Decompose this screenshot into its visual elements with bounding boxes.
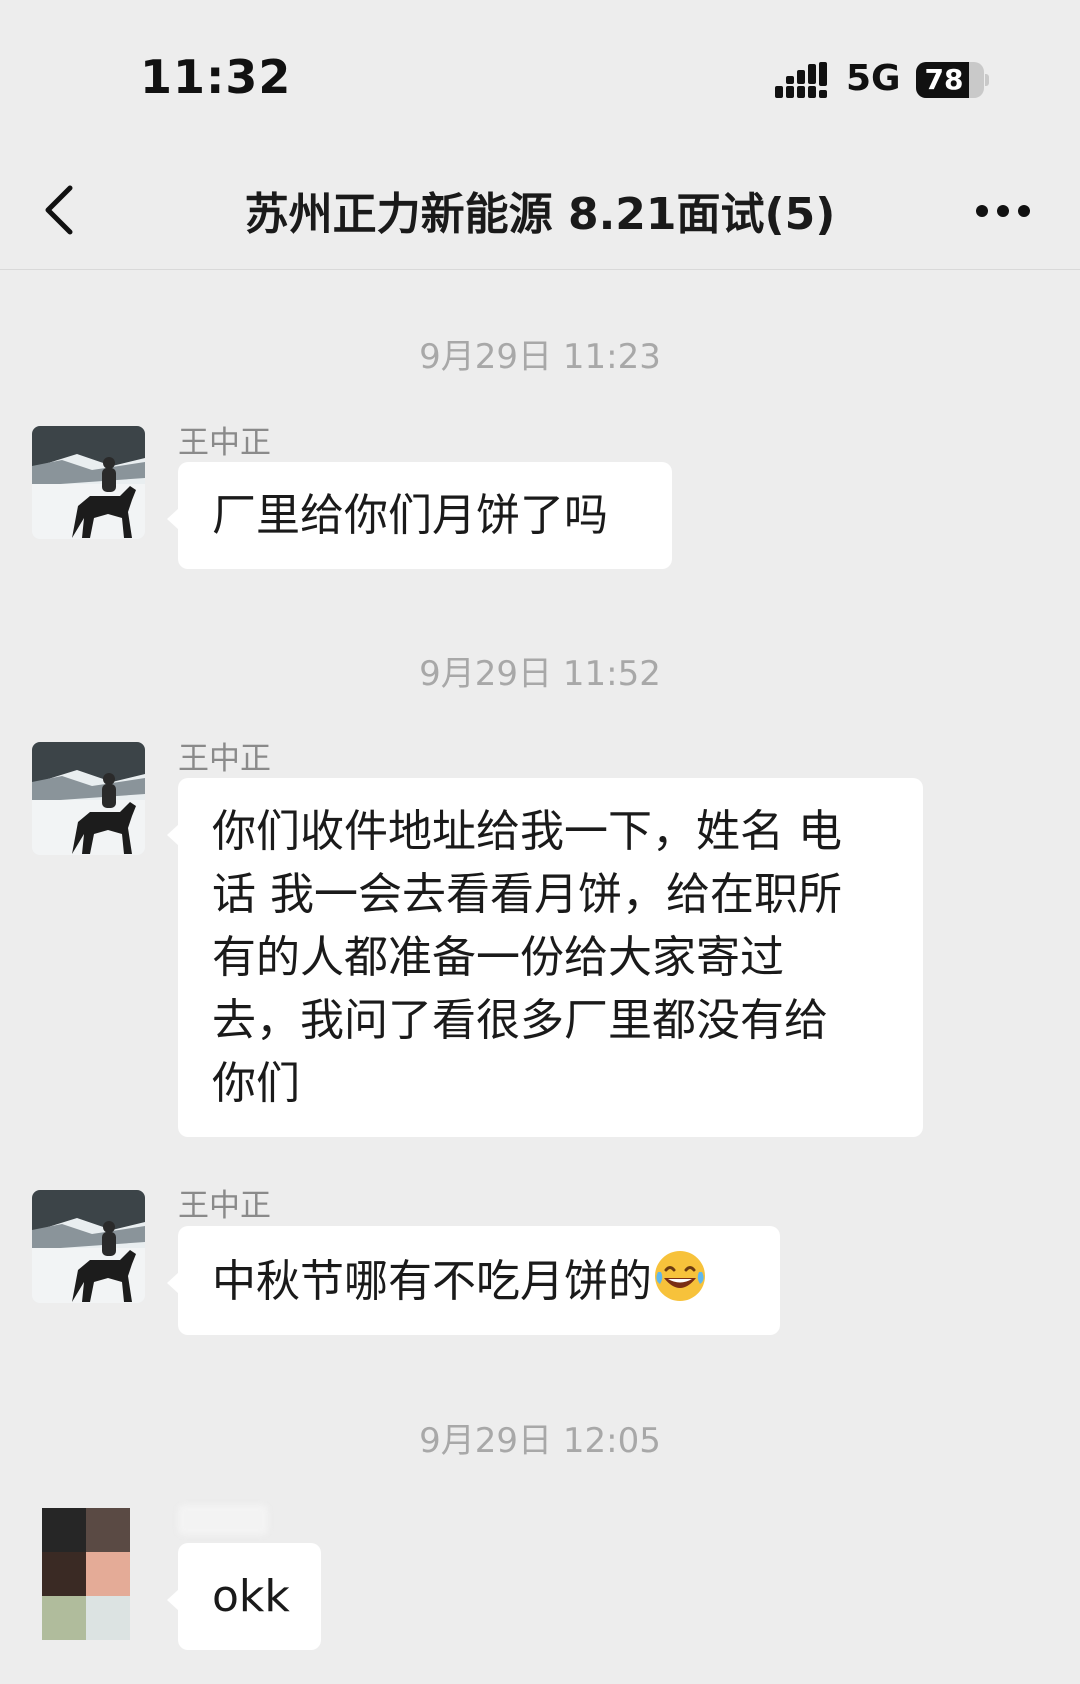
avatar[interactable] [32, 742, 145, 855]
chat-title: 苏州正力新能源 8.21面试(5) [244, 189, 836, 240]
message-timestamp: 9月29日 12:05 [419, 1421, 661, 1461]
message-bubble[interactable]: 中秋节哪有不吃月饼的 [167, 1226, 780, 1335]
chevron-left-icon[interactable] [36, 180, 86, 240]
message-timestamp: 9月29日 11:23 [419, 337, 661, 377]
message-bubble[interactable]: okk [167, 1543, 321, 1650]
avatar[interactable] [32, 1190, 145, 1303]
battery-level: 78 [924, 63, 964, 96]
message-timestamp: 9月29日 11:52 [419, 654, 661, 694]
more-dots-icon[interactable] [972, 186, 1056, 236]
sender-name: 王中正 [178, 741, 271, 777]
sender-name-redacted [178, 1505, 268, 1535]
sender-name: 王中正 [178, 1188, 271, 1224]
message-bubble[interactable]: 你们收件地址给我一下，姓名 电 话 我一会去看看月饼，给在职所 有的人都准备一份… [167, 778, 923, 1137]
battery-icon: 78 [916, 62, 989, 98]
network-type: 5G [846, 58, 901, 99]
signal-icon [775, 62, 827, 98]
laughing-tears-emoji [655, 1251, 705, 1301]
message-text-line: 话 我一会去看看月饼，给在职所 [212, 869, 842, 920]
sender-name: 王中正 [178, 425, 271, 461]
message-text-line: 你们 [212, 1058, 300, 1109]
message-text-line: 去，我问了看很多厂里都没有给 [212, 995, 828, 1046]
avatar[interactable] [32, 426, 145, 539]
avatar[interactable] [42, 1508, 130, 1640]
message-text-line: 你们收件地址给我一下，姓名 电 [212, 806, 842, 857]
message-text: 中秋节哪有不吃月饼的 [212, 1256, 652, 1307]
message-text: okk [212, 1571, 290, 1622]
message-text: 厂里给你们月饼了吗 [212, 490, 608, 541]
message-bubble[interactable]: 厂里给你们月饼了吗 [167, 462, 672, 569]
chat-header: 苏州正力新能源 8.21面试(5) [0, 150, 1080, 270]
message-text-line: 有的人都准备一份给大家寄过 [212, 932, 784, 983]
status-time: 11:32 [140, 50, 292, 104]
status-bar: 11:32 5G 78 [0, 0, 1080, 150]
